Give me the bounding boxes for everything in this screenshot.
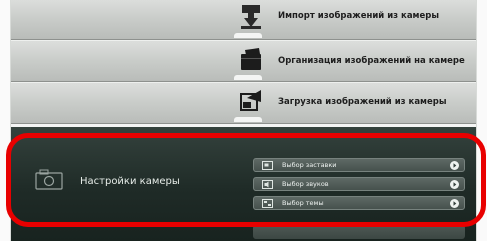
row-notch [234, 117, 262, 122]
app-window: Импорт изображений из камеры Организация… [0, 0, 487, 241]
option-theme-button[interactable]: Выбор темы [253, 196, 465, 210]
right-frame [476, 0, 487, 241]
camera-settings-title: Настройки камеры [80, 176, 180, 187]
chevron-right-icon [450, 199, 459, 208]
menu-item-organize-label: Организация изображений на камере [278, 56, 465, 66]
left-frame [0, 0, 11, 241]
upload-icon [240, 90, 261, 111]
menu-item-import-label: Импорт изображений из камеры [278, 11, 440, 21]
option-startup-image-button[interactable]: Выбор заставки [253, 158, 465, 172]
row-notch [234, 75, 262, 80]
option-startup-image-label: Выбор заставки [282, 161, 337, 169]
option-sound-label: Выбор звуков [282, 180, 329, 188]
option-theme-label: Выбор темы [282, 199, 324, 207]
startup-image-icon [262, 161, 273, 170]
chevron-right-icon [450, 161, 459, 170]
option-sound-button[interactable]: Выбор звуков [253, 177, 465, 191]
row-notch [234, 33, 262, 38]
chevron-right-icon [450, 180, 459, 189]
import-icon [241, 5, 261, 29]
option-partial-button[interactable] [253, 225, 465, 239]
sound-icon [262, 180, 273, 189]
menu-item-upload-label: Загрузка изображений из камеры [278, 97, 447, 107]
organize-icon [241, 48, 261, 70]
camera-icon [35, 169, 63, 190]
theme-icon [262, 199, 273, 208]
